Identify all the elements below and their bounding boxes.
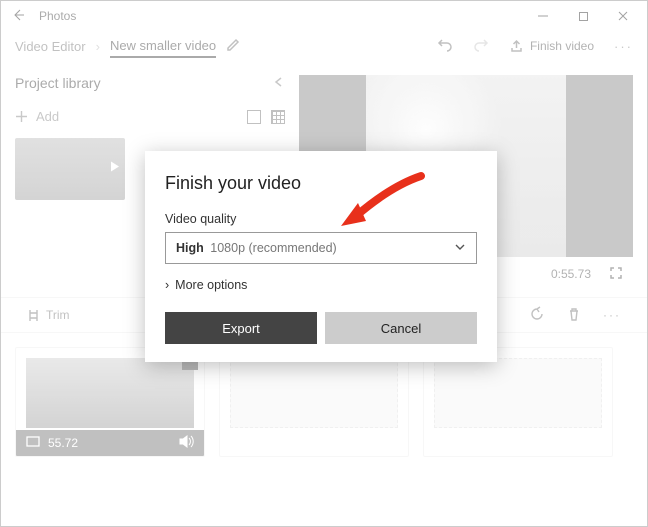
video-quality-label: Video quality [165, 212, 477, 226]
quality-suffix: 1080p (recommended) [210, 241, 336, 255]
video-quality-select[interactable]: High 1080p (recommended) [165, 232, 477, 264]
dialog-title: Finish your video [165, 173, 477, 194]
more-options-toggle[interactable]: › More options [165, 278, 477, 292]
chevron-right-icon: › [165, 278, 169, 292]
cancel-button[interactable]: Cancel [325, 312, 477, 344]
finish-video-dialog: Finish your video Video quality High 108… [145, 151, 497, 362]
more-options-label: More options [175, 278, 247, 292]
chevron-down-icon [454, 241, 466, 256]
quality-value: High [176, 241, 204, 255]
export-button[interactable]: Export [165, 312, 317, 344]
